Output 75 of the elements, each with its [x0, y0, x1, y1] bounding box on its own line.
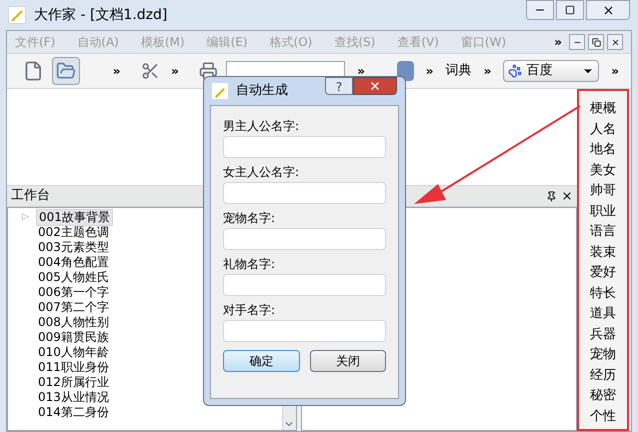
maximize-icon: [565, 5, 575, 15]
overflow-chevron[interactable]: »: [480, 62, 496, 80]
window-title: 大作家 - [文档1.dzd]: [34, 6, 168, 24]
close-icon: [602, 4, 614, 16]
field-label: 女主人公名字:: [223, 164, 300, 181]
new-document-icon[interactable]: [23, 60, 44, 82]
category-item[interactable]: 地名: [590, 140, 616, 160]
field-label: 礼物名字:: [223, 256, 276, 273]
category-item[interactable]: 人名: [590, 120, 616, 140]
tree-item[interactable]: 004角色配置: [36, 255, 111, 270]
app-logo-icon: [212, 83, 228, 99]
field-label: 男主人公名字:: [223, 118, 300, 135]
tree-item[interactable]: 001故事背景: [36, 209, 113, 226]
category-item[interactable]: 个性: [590, 406, 616, 427]
overflow-chevron[interactable]: »: [108, 62, 124, 80]
printer-icon[interactable]: [198, 61, 218, 81]
name-input[interactable]: [223, 182, 386, 204]
close-button[interactable]: [353, 77, 397, 95]
pin-icon[interactable]: [546, 190, 557, 202]
dialog-title: 自动生成: [236, 82, 288, 100]
tree-item[interactable]: 011职业身份: [36, 360, 111, 375]
tree-item[interactable]: 005人物姓氏: [36, 270, 111, 285]
dictionary-icon[interactable]: [397, 61, 414, 81]
category-item[interactable]: 语言: [590, 222, 616, 242]
open-folder-button[interactable]: [52, 57, 80, 85]
name-input[interactable]: [223, 228, 386, 250]
overflow-chevron[interactable]: »: [607, 62, 623, 80]
tree-item[interactable]: 008人物性别: [36, 315, 111, 330]
field-label: 对手名字:: [223, 302, 276, 319]
category-item[interactable]: 爱好: [590, 263, 616, 284]
dictionary-label[interactable]: 词典: [446, 61, 472, 81]
category-item[interactable]: 帅哥: [590, 181, 616, 202]
tree-item[interactable]: 002主题色调: [36, 225, 111, 240]
close-icon: [369, 80, 381, 92]
field-label: 宠物名字:: [223, 210, 276, 227]
category-item[interactable]: 宠物: [590, 345, 616, 366]
overflow-chevron[interactable]: »: [550, 33, 566, 51]
category-item[interactable]: 美女: [590, 160, 616, 181]
app-logo-icon: [8, 6, 26, 24]
close-icon[interactable]: [561, 190, 573, 202]
close-icon: [610, 38, 620, 46]
name-input[interactable]: [223, 320, 386, 342]
category-item[interactable]: 兵器: [590, 324, 616, 345]
maximize-button[interactable]: [556, 0, 584, 20]
tree-item[interactable]: 009籍贯民族: [36, 330, 111, 345]
category-item[interactable]: 特长: [590, 284, 616, 304]
tree-item[interactable]: 007第二个字: [36, 300, 111, 315]
name-input[interactable]: [223, 136, 386, 158]
name-input[interactable]: [223, 274, 386, 296]
restore-icon: [592, 38, 600, 46]
tree-item[interactable]: 010人物年龄: [36, 345, 111, 360]
overflow-chevron[interactable]: »: [167, 62, 183, 80]
scissors-icon[interactable]: [140, 61, 160, 81]
category-item[interactable]: 秘密: [590, 386, 616, 406]
paw-icon: [508, 64, 522, 78]
dialog-button[interactable]: 确定: [223, 350, 300, 372]
tree-item[interactable]: 013从业情况: [36, 390, 111, 405]
tree-item[interactable]: 012所属行业: [36, 375, 111, 390]
tree-item[interactable]: 006第一个字: [36, 285, 111, 300]
category-item[interactable]: 道具: [590, 304, 616, 324]
category-item[interactable]: 职业: [590, 202, 616, 222]
help-button[interactable]: ?: [325, 77, 353, 95]
tree-item[interactable]: 003元素类型: [36, 240, 111, 255]
category-item[interactable]: 装束: [590, 242, 616, 263]
category-item[interactable]: 梗概: [590, 99, 616, 120]
close-button[interactable]: [586, 0, 630, 20]
overflow-chevron[interactable]: »: [422, 62, 438, 80]
tree-item[interactable]: 014第二身份: [36, 405, 111, 420]
overflow-chevron[interactable]: »: [353, 62, 369, 80]
restore-button[interactable]: [588, 34, 604, 50]
workbench-title: 工作台: [11, 187, 50, 206]
minimize-button[interactable]: [569, 34, 585, 50]
search-engine-select[interactable]: 百度: [503, 60, 600, 82]
dialog-button[interactable]: 关闭: [310, 350, 386, 372]
category-item[interactable]: 经历: [590, 366, 616, 386]
